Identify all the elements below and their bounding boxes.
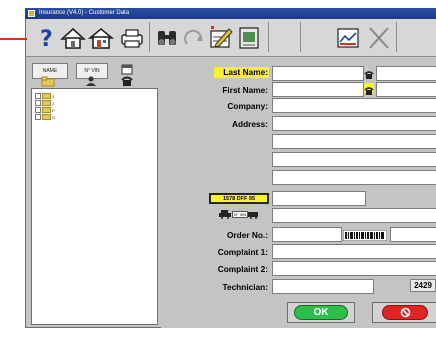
tree-item-label: 0 — [52, 93, 55, 99]
vin-field[interactable] — [272, 208, 436, 223]
folder-icon — [42, 107, 51, 113]
edit-button[interactable] — [208, 25, 234, 51]
complaint-2-field[interactable] — [272, 261, 436, 276]
address-line-2[interactable] — [272, 134, 436, 149]
ok-button[interactable]: OK — [287, 302, 355, 323]
tab-calendar[interactable] — [118, 63, 136, 75]
mobile-field[interactable] — [376, 82, 436, 97]
cancel-button[interactable] — [372, 302, 436, 323]
complaint-1-field[interactable] — [272, 244, 436, 259]
truck-icon — [248, 212, 259, 219]
complaint-1-label: Complaint 1: — [217, 247, 268, 257]
customer-tree[interactable] — [31, 88, 158, 325]
tree-item[interactable]: 2 — [35, 100, 54, 106]
cancel-pill — [382, 305, 428, 320]
order-extra-field[interactable] — [390, 227, 436, 242]
license-plate-field[interactable] — [272, 191, 366, 206]
undo-arc-icon — [184, 29, 203, 45]
technician-field[interactable] — [272, 279, 374, 294]
toolbar-separator — [396, 22, 397, 52]
undo-button[interactable] — [183, 25, 205, 51]
ok-button-label: OK — [294, 305, 348, 320]
close-button[interactable] — [366, 25, 392, 51]
help-button[interactable]: ? — [38, 25, 56, 51]
expand-icon — [35, 93, 41, 99]
app-icon — [28, 10, 35, 17]
help-icon: ? — [40, 27, 53, 50]
vin-badge-text: N° VIN — [232, 210, 249, 218]
license-plate-badge: 1578 DFF 95 — [209, 193, 269, 204]
svg-text:?: ? — [40, 27, 53, 50]
folder-icon — [42, 100, 51, 106]
order-number-field[interactable] — [272, 227, 342, 242]
cancel-icon — [400, 307, 410, 318]
phone-icon[interactable] — [364, 67, 374, 79]
barcode-icon[interactable] — [342, 228, 388, 242]
company-label: Company: — [227, 101, 268, 111]
tree-item-label: P — [52, 107, 55, 113]
close-x-icon — [369, 27, 389, 49]
technician-code: 2429 — [410, 279, 436, 292]
callout-line — [0, 38, 27, 40]
notebook-button[interactable] — [236, 25, 262, 51]
tree-item-label: 2 — [52, 100, 55, 106]
car-icon — [219, 210, 231, 219]
toolbar-separator — [268, 22, 269, 52]
address-label: Address: — [232, 119, 268, 129]
license-plate-text: 1578 DFF 95 — [211, 195, 267, 202]
notebook-icon — [239, 27, 259, 49]
first-name-field[interactable] — [272, 82, 364, 97]
expand-icon — [35, 100, 41, 106]
folder-icon — [41, 76, 55, 86]
edit-note-icon — [210, 26, 233, 48]
document-chart-icon — [337, 28, 359, 48]
calendar-icon — [121, 64, 133, 75]
house-icon — [88, 27, 114, 49]
report-button[interactable] — [335, 25, 361, 51]
toolbar-separator — [149, 22, 150, 52]
folder-icon — [42, 114, 51, 120]
home-icon — [60, 27, 86, 49]
first-name-label: First Name: — [222, 85, 268, 95]
tree-item[interactable]: P — [35, 107, 55, 113]
person-icon — [86, 76, 96, 86]
tree-item[interactable]: 0 — [35, 93, 54, 99]
tab-person[interactable] — [76, 75, 106, 87]
last-name-field[interactable] — [272, 66, 364, 81]
tab-phone[interactable] — [118, 75, 136, 87]
home-button[interactable] — [60, 25, 86, 51]
phone-icon — [121, 76, 133, 86]
expand-icon — [35, 114, 41, 120]
mobile-phone-icon[interactable] — [364, 83, 374, 95]
toolbar-separator — [300, 22, 301, 52]
technician-label: Technician: — [222, 282, 269, 292]
company-field[interactable] — [272, 98, 436, 113]
tree-item-label: G — [52, 114, 56, 120]
vin-badge: N° VIN — [218, 208, 266, 220]
last-name-label: Last Name: — [214, 67, 269, 78]
print-button[interactable] — [118, 25, 146, 51]
house-button[interactable] — [88, 25, 114, 51]
address-line-3[interactable] — [272, 152, 436, 167]
address-line-1[interactable] — [272, 116, 436, 131]
tab-folder[interactable] — [33, 75, 63, 87]
complaint-2-label: Complaint 2: — [217, 264, 268, 274]
search-button[interactable] — [155, 25, 179, 51]
title-bar: Insurance (V4.0) - Customer Data — [25, 8, 436, 19]
order-number-label: Order No.: — [226, 230, 268, 240]
print-icon — [121, 29, 143, 48]
address-line-4[interactable] — [272, 170, 436, 185]
tree-item[interactable]: G — [35, 114, 55, 120]
folder-icon — [42, 93, 51, 99]
phone-field[interactable] — [376, 66, 436, 81]
binoculars-icon — [158, 31, 176, 45]
expand-icon — [35, 107, 41, 113]
